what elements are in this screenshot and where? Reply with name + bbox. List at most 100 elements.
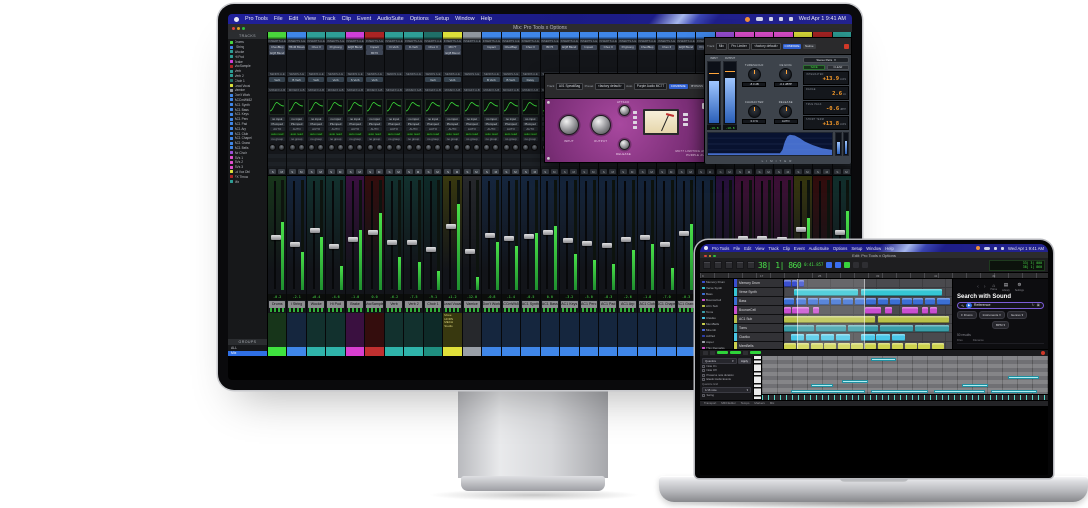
fader-handle[interactable] (368, 230, 378, 235)
insert-slot[interactable] (386, 50, 402, 55)
apply-button[interactable]: Apply (738, 358, 751, 364)
insert-slot[interactable]: 7BnM Blows (288, 45, 304, 50)
solo-button[interactable]: S (444, 169, 451, 174)
input-assignment[interactable]: no input (523, 117, 538, 122)
insert-slot[interactable] (658, 61, 674, 66)
insert-slot[interactable]: D-Verb (386, 45, 402, 50)
insert-slot[interactable] (503, 56, 519, 61)
fader-handle[interactable] (660, 242, 670, 247)
track-header-name[interactable]: Verse Synth (737, 288, 783, 296)
solo-button[interactable]: S (678, 169, 685, 174)
eq-curve-thumbnail[interactable] (269, 99, 285, 115)
grabber-tool-icon[interactable] (736, 261, 744, 269)
mute-button[interactable]: M (726, 169, 733, 174)
insert-slot[interactable]: MC77 (444, 45, 460, 50)
insert-slot[interactable] (542, 56, 558, 61)
audio-clip[interactable] (902, 298, 912, 305)
audio-clip[interactable] (878, 298, 888, 305)
solo-button[interactable]: S (386, 169, 393, 174)
input-assignment[interactable]: no input (503, 117, 518, 122)
track-name-plate[interactable]: Verb 2 (405, 301, 421, 308)
audio-clip[interactable] (892, 334, 905, 341)
input-assignment[interactable]: no input (464, 117, 479, 122)
pan-knob-right[interactable] (531, 144, 538, 151)
output-assignment[interactable]: Plumped (523, 122, 538, 127)
mute-button[interactable]: M (843, 169, 850, 174)
track-header-name[interactable]: BounceCell (737, 306, 783, 314)
send-slot[interactable]: Delay (522, 77, 538, 82)
mute-button[interactable]: M (278, 169, 285, 174)
plugin-track-selector[interactable]: A01 SpeakBag (556, 83, 583, 90)
insert-slot[interactable]: Impact (366, 45, 382, 50)
track-name-plate[interactable]: i String (288, 301, 304, 308)
insert-slot[interactable] (678, 56, 694, 61)
insert-slot[interactable] (522, 61, 538, 66)
insert-slot[interactable] (581, 61, 597, 66)
fader-handle[interactable] (329, 244, 339, 249)
audio-clip[interactable] (922, 307, 929, 314)
insert-slot[interactable]: Impact (483, 45, 499, 50)
solo-button[interactable]: S (269, 169, 276, 174)
insert-slot[interactable]: EQ8 Blend (347, 45, 363, 50)
track-name-plate[interactable]: Wocke (308, 301, 324, 308)
audio-clip[interactable] (784, 298, 794, 305)
status-item[interactable]: MIDI Editor (721, 401, 735, 405)
comments-block[interactable] (287, 313, 305, 347)
preset-selector[interactable]: <factory default> (751, 43, 781, 50)
output-assignment[interactable]: Plumped (425, 122, 440, 127)
secondary-counter[interactable]: 0:41.857 (804, 263, 823, 268)
midi-note[interactable] (1008, 376, 1039, 379)
pan-knob-right[interactable] (376, 144, 383, 151)
track-name-plate[interactable]: Choir 1 (425, 301, 441, 308)
automation-mode[interactable]: auto read (425, 132, 440, 137)
audio-clip[interactable] (915, 325, 949, 332)
close-icon[interactable] (844, 44, 849, 49)
mute-button[interactable]: M (629, 169, 636, 174)
track-name-plate[interactable]: Lead Vocal (444, 301, 460, 308)
menu-item[interactable]: AudioSuite (809, 246, 829, 251)
nav-library[interactable]: ▤Library (1002, 282, 1010, 292)
send-slot[interactable] (522, 93, 538, 98)
insert-slot[interactable] (405, 61, 421, 66)
menu-item[interactable]: Options (833, 246, 847, 251)
solo-button[interactable]: S (347, 169, 354, 174)
comments-block[interactable] (424, 313, 442, 347)
mute-button[interactable]: M (376, 169, 383, 174)
midi-note[interactable] (791, 390, 865, 393)
comments-block[interactable] (404, 313, 422, 347)
eq-curve-thumbnail[interactable] (308, 99, 324, 115)
insert-slot[interactable] (658, 56, 674, 61)
automation-mode[interactable]: auto read (367, 132, 382, 137)
channel-mode-dropdown[interactable]: Stereo Pairs▾ (803, 57, 849, 63)
comments-block[interactable] (502, 313, 520, 347)
send-slot[interactable]: Verb (366, 77, 382, 82)
knob-value[interactable]: 0.0 % (742, 119, 766, 124)
fader-handle[interactable] (621, 237, 631, 242)
quantize-dropdown[interactable]: Quantize▾ (702, 358, 737, 364)
pan-knob-left[interactable] (464, 144, 471, 151)
track-color-header[interactable] (326, 32, 344, 39)
fader-handle[interactable] (290, 242, 300, 247)
track-header[interactable]: BounceCell (734, 306, 783, 315)
track-color-header[interactable] (521, 32, 539, 39)
comments-block[interactable] (307, 313, 325, 347)
menu-item[interactable]: File (733, 246, 740, 251)
insert-slot[interactable]: ChexBlep (639, 45, 655, 50)
native-badge[interactable]: Native (803, 44, 816, 49)
insert-slot[interactable]: Chex II (425, 45, 441, 50)
insert-slot[interactable] (425, 61, 441, 66)
comments-block[interactable] (657, 313, 675, 347)
comments-block[interactable] (268, 313, 286, 347)
window-traffic-lights[interactable] (704, 255, 716, 258)
insert-slot[interactable]: PcgGong (619, 45, 635, 50)
mute-button[interactable]: M (590, 169, 597, 174)
audio-clip[interactable] (902, 307, 919, 314)
comments-block[interactable] (580, 313, 598, 347)
knob-value[interactable]: -8.0 dB (742, 82, 766, 87)
fader-handle[interactable] (524, 234, 534, 239)
track-name-plate[interactable]: AC1 Perc (581, 301, 597, 308)
automation-mode[interactable]: auto read (308, 132, 323, 137)
insert-slot[interactable] (327, 61, 343, 66)
track-header-name[interactable]: Bass (737, 297, 783, 305)
menu-item[interactable]: Track (768, 246, 778, 251)
